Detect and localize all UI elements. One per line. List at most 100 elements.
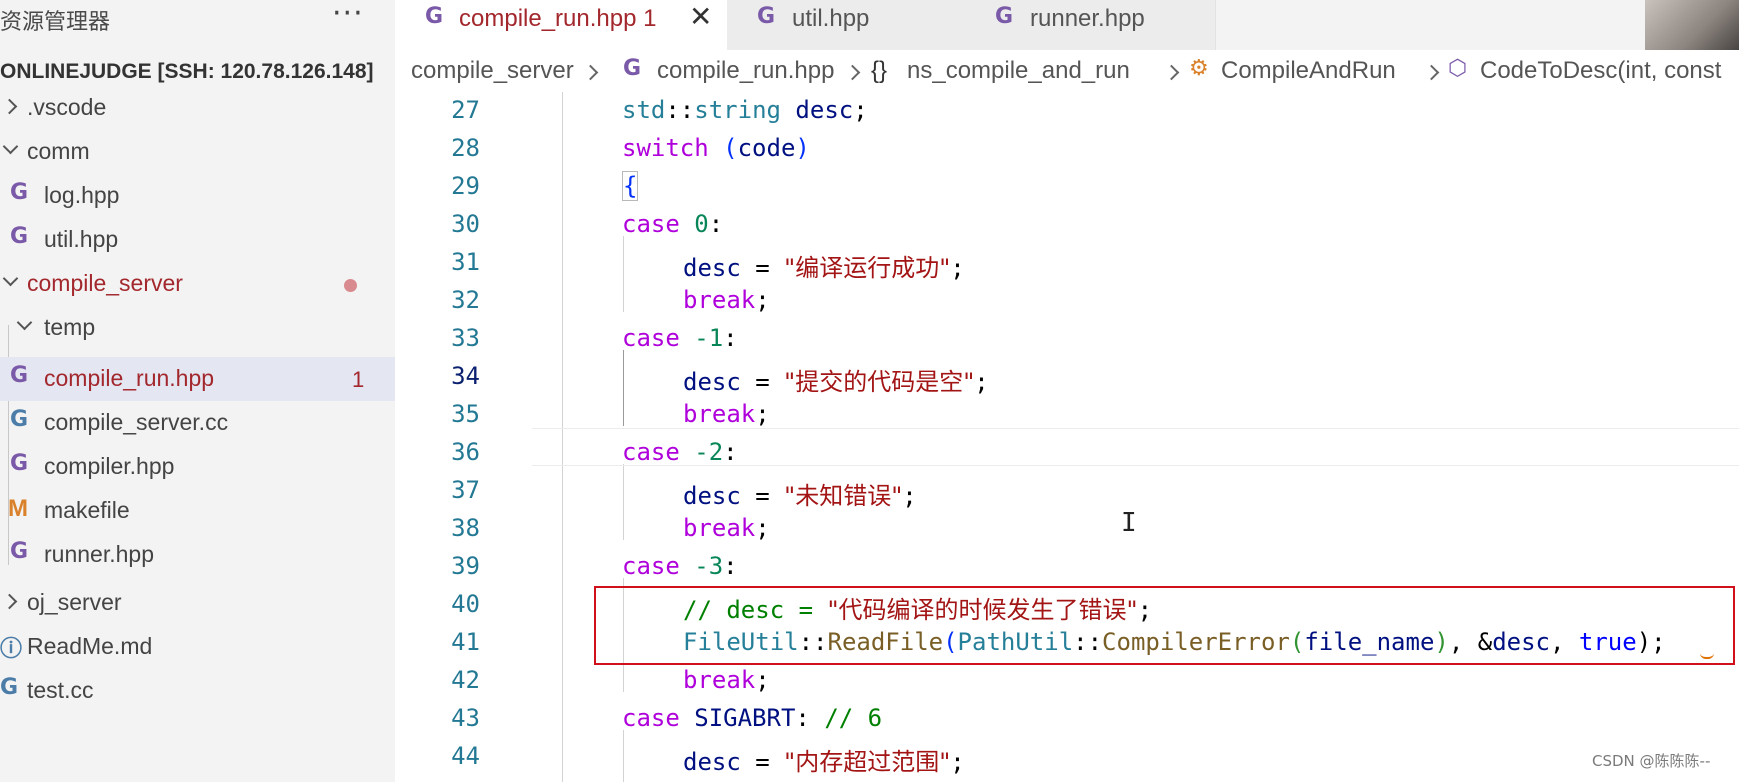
explorer-title: 资源管理器: [0, 10, 111, 35]
cpp-header-icon: G: [10, 363, 29, 388]
line-number: 40: [451, 590, 480, 618]
line-number: 28: [451, 134, 480, 162]
chevron-right-icon: [844, 64, 861, 81]
token-op: :: [723, 324, 738, 352]
vscode-window: 资源管理器 ··· ONLINEJUDGE [SSH: 120.78.126.1…: [0, 0, 1739, 782]
token-keyword: case: [622, 324, 680, 352]
line-number: 44: [451, 742, 480, 770]
close-icon[interactable]: ✕: [689, 0, 712, 33]
tree-file-readme[interactable]: ⓘ ReadMe.md: [0, 625, 395, 669]
workspace-root-title[interactable]: ONLINEJUDGE [SSH: 120.78.126.148]: [0, 60, 374, 84]
more-actions-icon[interactable]: ···: [332, 0, 364, 31]
tree-file-compiler-hpp[interactable]: G compiler.hpp: [0, 445, 395, 489]
token-op: ::: [665, 96, 695, 124]
cpp-header-icon: G: [10, 539, 29, 564]
chevron-right-icon: [1163, 64, 1180, 81]
line-number: 36: [451, 438, 480, 466]
code-line: 43 case SIGABRT: // 6: [395, 700, 1739, 738]
tab-util-hpp[interactable]: G util.hpp: [727, 0, 968, 50]
tree-file-util-hpp[interactable]: G util.hpp: [0, 218, 395, 262]
code-text: case SIGABRT: // 6: [622, 704, 882, 732]
token-keyword: break: [683, 666, 756, 694]
token-op: ;: [755, 400, 770, 428]
line-number: 34: [451, 362, 480, 390]
token-type: std: [622, 96, 666, 124]
explorer-header: 资源管理器 ···: [0, 0, 395, 36]
code-text: case -2:: [622, 438, 738, 466]
token-comment: // 6: [824, 704, 883, 732]
code-line: 35 break;: [395, 396, 1739, 434]
breadcrumb: compile_server G compile_run.hpp {} ns_c…: [395, 50, 1739, 92]
token-keyword: break: [683, 286, 756, 314]
tree-file-runner-hpp[interactable]: G runner.hpp: [0, 533, 395, 577]
tree-item-label: ReadMe.md: [27, 633, 153, 659]
token-keyword: case: [622, 552, 680, 580]
tree-file-compile-server-cc[interactable]: G compile_server.cc: [0, 401, 395, 445]
breadcrumb-item[interactable]: compile_run.hpp: [657, 57, 834, 85]
chevron-right-icon: [582, 64, 599, 81]
line-number: 41: [451, 628, 480, 656]
code-text: desc = "内存超过范围";: [683, 742, 965, 777]
code-text: desc = "提交的代码是空";: [683, 362, 989, 397]
tree-file-compile-run-hpp[interactable]: G compile_run.hpp 1: [0, 357, 395, 401]
tree-folder-temp[interactable]: temp: [0, 306, 395, 350]
breadcrumb-item[interactable]: compile_server: [411, 57, 574, 85]
token-op: ;: [755, 666, 770, 694]
tree-folder-oj-server[interactable]: oj_server: [0, 581, 395, 625]
token-keyword: break: [683, 514, 756, 542]
cpp-header-icon: G: [757, 4, 776, 29]
code-line: 31 desc = "编译运行成功";: [395, 244, 1739, 282]
code-line: 42 break;: [395, 662, 1739, 700]
tree-item-label: .vscode: [27, 94, 107, 120]
cpp-header-icon: G: [10, 180, 29, 205]
tree-folder-vscode[interactable]: .vscode: [0, 86, 395, 130]
code-line: 33 case -1:: [395, 320, 1739, 358]
code-line: 44 desc = "内存超过范围";: [395, 738, 1739, 776]
watermark: CSDN @陈陈陈--: [1592, 752, 1711, 770]
token-op: ;: [755, 286, 770, 314]
cpp-header-icon: G: [623, 56, 642, 81]
token-string: "未知错误": [784, 482, 903, 510]
cpp-source-icon: G: [10, 407, 29, 432]
tree-item-label: runner.hpp: [44, 541, 154, 567]
tree-item-label: test.cc: [27, 677, 94, 703]
code-text: break;: [683, 286, 770, 314]
tree-item-label: compile_server.cc: [44, 409, 229, 435]
code-text: case -3:: [622, 552, 738, 580]
token-number: 0: [694, 210, 709, 238]
code-line: 32 break;: [395, 282, 1739, 320]
token-var: code: [737, 134, 796, 162]
line-number: 42: [451, 666, 480, 694]
breadcrumb-item[interactable]: ns_compile_and_run: [907, 57, 1130, 85]
token-keyword: case: [622, 438, 680, 466]
code-line: 27 std::string desc;: [395, 92, 1739, 130]
token-string: "内存超过范围": [784, 748, 951, 776]
tab-runner-hpp[interactable]: G runner.hpp: [967, 0, 1216, 50]
line-number: 29: [451, 172, 480, 200]
tree-item-label: comm: [27, 138, 90, 164]
breadcrumb-item[interactable]: CompileAndRun: [1221, 57, 1396, 85]
tree-file-log-hpp[interactable]: G log.hpp: [0, 174, 395, 218]
info-icon: ⓘ: [0, 637, 23, 662]
explorer-sidebar: 资源管理器 ··· ONLINEJUDGE [SSH: 120.78.126.1…: [0, 0, 396, 782]
tab-label: runner.hpp: [1030, 5, 1145, 32]
line-number: 32: [451, 286, 480, 314]
tree-folder-compile-server[interactable]: compile_server: [0, 262, 395, 306]
line-number: 38: [451, 514, 480, 542]
tree-file-test-cc[interactable]: G test.cc: [0, 669, 395, 713]
chevron-right-icon: [1423, 64, 1440, 81]
code-text: switch (code): [622, 134, 810, 162]
breadcrumb-item[interactable]: CodeToDesc(int, const: [1480, 57, 1721, 85]
code-text: std::string desc;: [622, 96, 868, 124]
tree-folder-comm[interactable]: comm: [0, 130, 395, 174]
token-number: -1: [694, 324, 724, 352]
token-var: desc: [683, 482, 741, 510]
token-op: :: [795, 704, 810, 732]
problem-count-badge: 1: [352, 367, 365, 392]
tree-file-makefile[interactable]: M makefile: [0, 489, 395, 533]
code-editor[interactable]: 27 std::string desc; 28 switch (code) 29…: [395, 92, 1739, 782]
token-keyword: switch: [622, 134, 709, 162]
method-icon: ⬡: [1448, 56, 1468, 81]
tab-compile-run-hpp[interactable]: G compile_run.hpp 1 ✕: [395, 0, 728, 50]
editor-tab-bar: G compile_run.hpp 1 ✕ G util.hpp G runne…: [395, 0, 1739, 50]
